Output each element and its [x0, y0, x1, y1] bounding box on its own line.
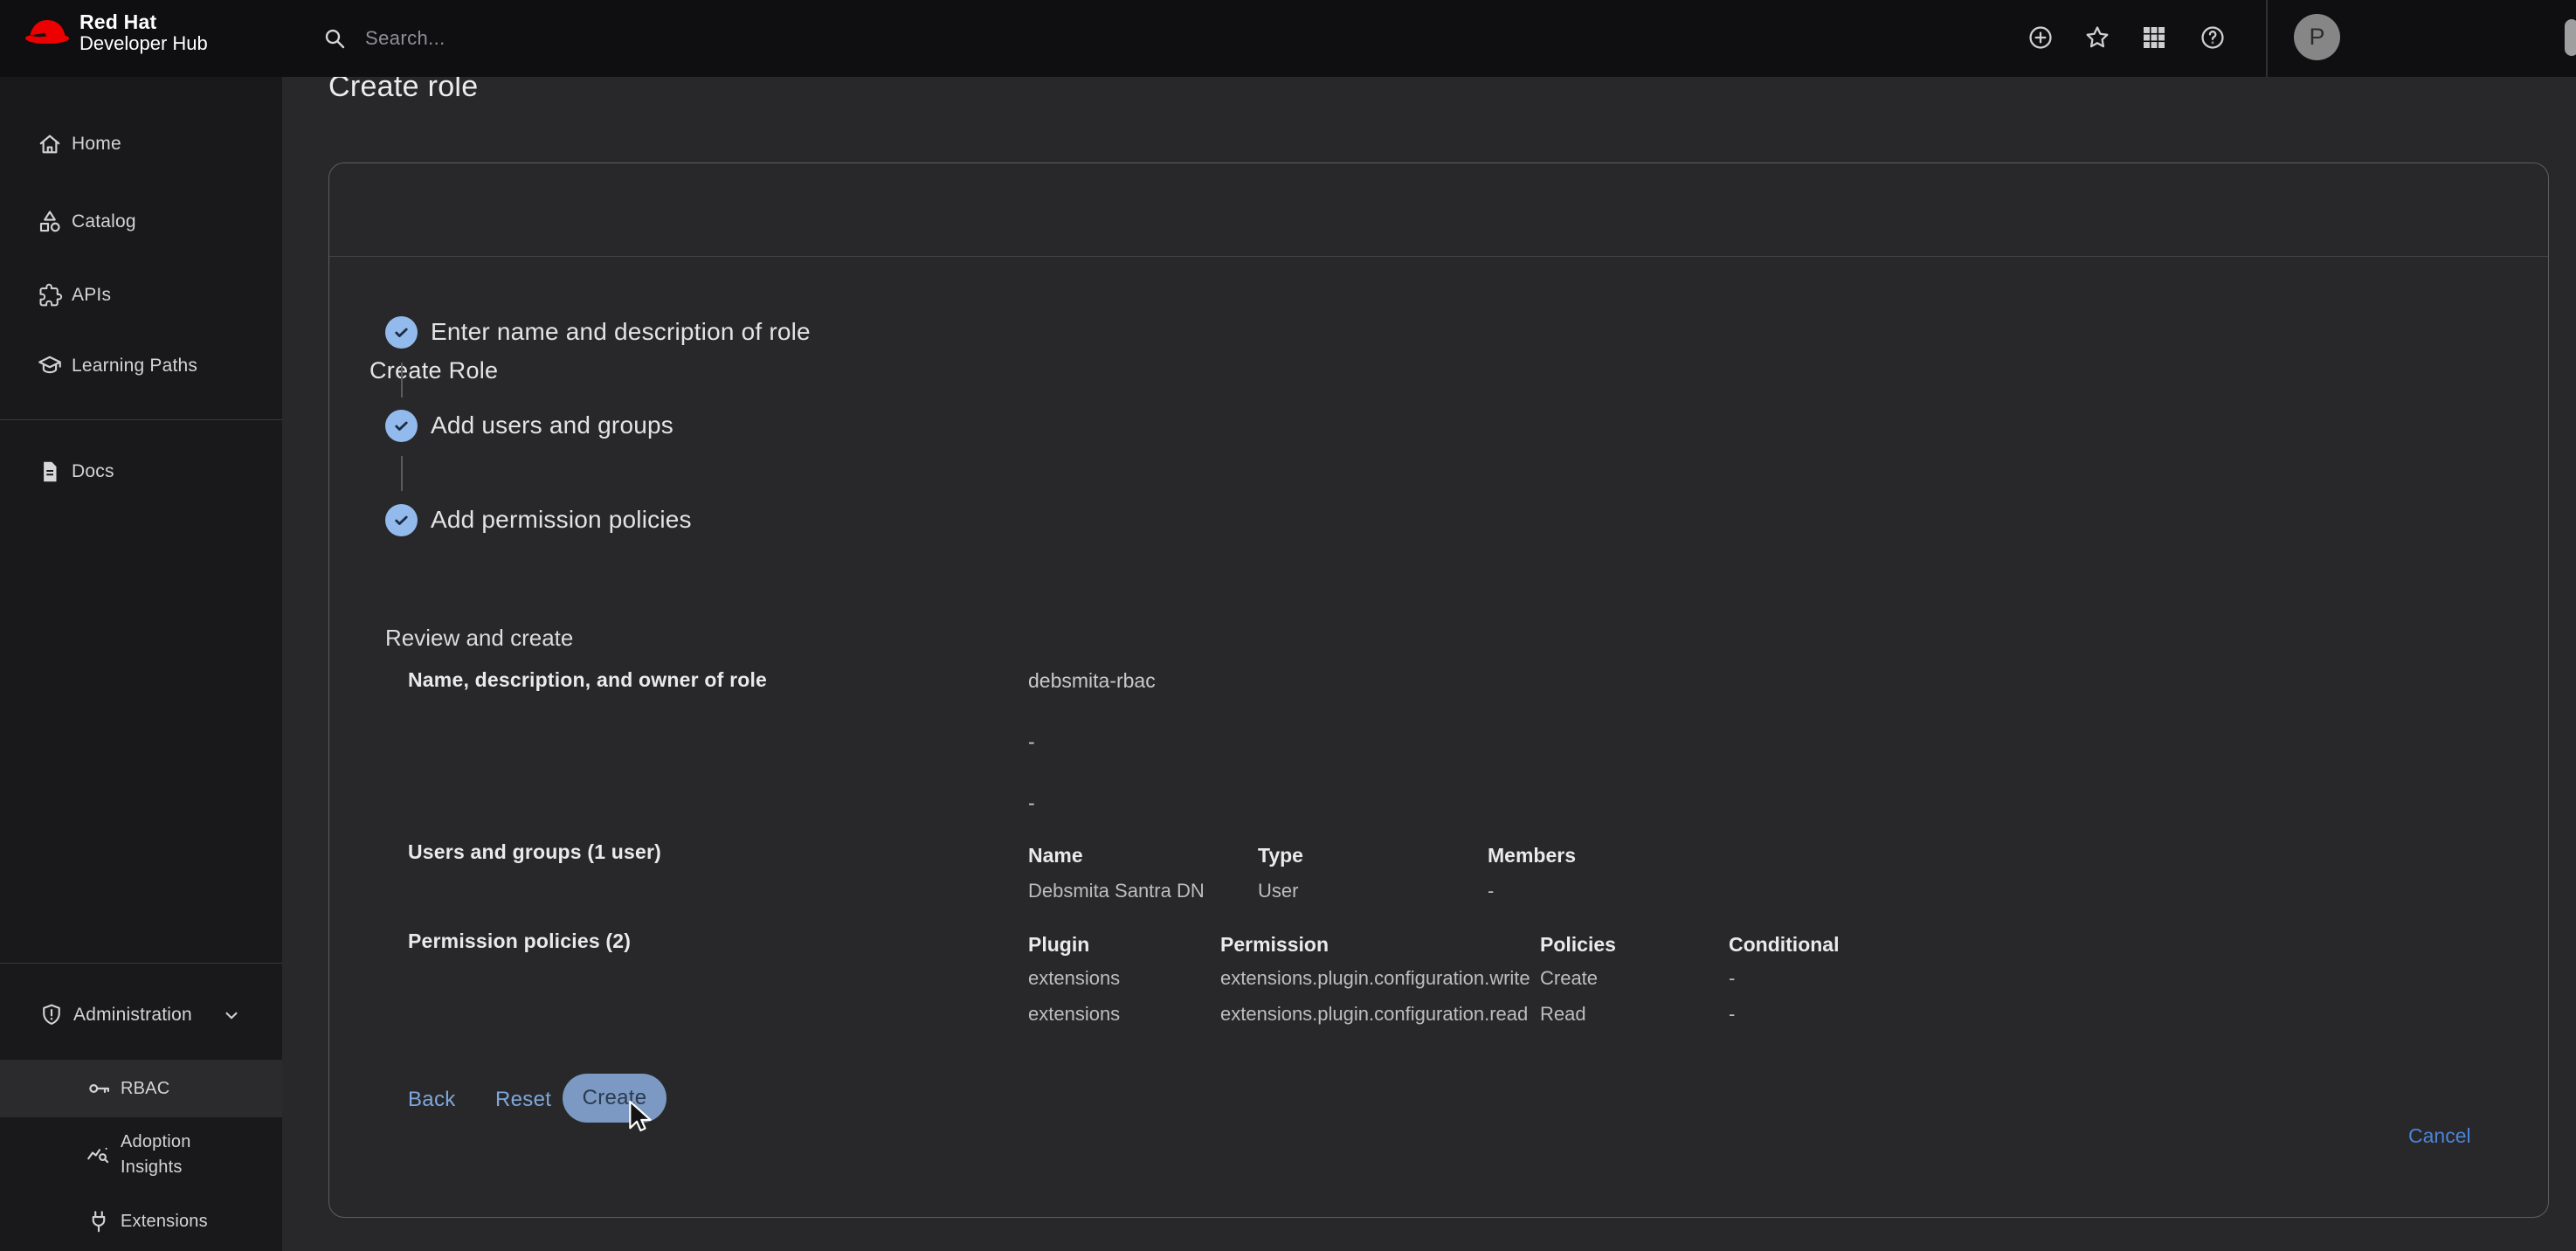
users-col-members: Members [1488, 844, 1576, 867]
perm-row-plugin: extensions [1028, 1003, 1120, 1026]
user-row-type: User [1258, 880, 1298, 902]
perm-row-policies: Create [1540, 967, 1598, 990]
star-icon[interactable] [2083, 24, 2111, 52]
sidebar-item-label: Learning Paths [72, 356, 197, 377]
graduation-cap-icon [37, 353, 63, 379]
sidebar-item-label: Home [72, 134, 121, 155]
sidebar-divider [0, 419, 282, 420]
user-row-members: - [1488, 880, 1494, 902]
document-icon [37, 459, 63, 485]
review-permissions-section-label: Permission policies (2) [408, 930, 631, 953]
step-1-label[interactable]: Enter name and description of role [431, 318, 811, 346]
shield-icon [38, 1002, 65, 1028]
perm-col-policies: Policies [1540, 933, 1616, 957]
perm-row-plugin: extensions [1028, 967, 1120, 990]
sidebar-item-rbac[interactable]: RBAC [0, 1061, 282, 1116]
step-2-check-icon[interactable] [385, 410, 418, 442]
perm-row-policies: Read [1540, 1003, 1586, 1026]
catalog-icon [37, 209, 63, 235]
search-icon [321, 25, 348, 52]
review-heading: Review and create [385, 625, 573, 652]
search-placeholder: Search... [365, 27, 445, 50]
card-header-divider [329, 256, 2548, 257]
role-description-value: - [1028, 730, 1035, 754]
sidebar-item-label: RBAC [121, 1079, 169, 1099]
sidebar-item-administration[interactable]: Administration [0, 987, 282, 1043]
role-owner-value: - [1028, 791, 1035, 815]
key-icon [86, 1075, 112, 1102]
step-2-label[interactable]: Add users and groups [431, 411, 673, 439]
chevron-down-icon[interactable] [220, 1004, 243, 1026]
review-name-section-label: Name, description, and owner of role [408, 668, 767, 692]
sidebar-item-label: Catalog [72, 211, 136, 232]
perm-col-plugin: Plugin [1028, 933, 1089, 957]
create-role-card: Create Role Enter name and description o… [328, 162, 2549, 1218]
redhat-fedora-logo-icon [23, 16, 72, 49]
sidebar: Home Catalog APIs Learning Paths D [0, 77, 282, 1251]
sidebar-item-catalog[interactable]: Catalog [0, 194, 282, 250]
apps-grid-icon[interactable] [2140, 24, 2168, 52]
users-col-type: Type [1258, 844, 1303, 867]
mouse-cursor [626, 1100, 656, 1133]
back-button[interactable]: Back [408, 1088, 456, 1112]
sidebar-item-learning-paths[interactable]: Learning Paths [0, 338, 282, 394]
help-icon[interactable] [2199, 24, 2227, 52]
step-3-label[interactable]: Add permission policies [431, 506, 692, 534]
home-icon [37, 131, 63, 157]
app-root: Create role Create Role Enter name and d… [0, 0, 2576, 1251]
puzzle-icon [37, 282, 63, 308]
plug-icon [86, 1208, 112, 1234]
review-users-section-label: Users and groups (1 user) [408, 840, 661, 864]
step-connector [401, 363, 403, 397]
perm-col-conditional: Conditional [1729, 933, 1839, 957]
global-search[interactable]: Search... [321, 0, 445, 77]
users-col-name: Name [1028, 844, 1083, 867]
step-connector [401, 456, 403, 491]
perm-row-conditional: - [1729, 967, 1735, 990]
edge-clipped-element [2565, 19, 2576, 56]
perm-row-conditional: - [1729, 1003, 1735, 1026]
avatar-initial: P [2309, 24, 2324, 51]
brand-text: Red Hat Developer Hub [79, 11, 208, 54]
sidebar-item-label: Extensions [121, 1212, 208, 1232]
user-row-name: Debsmita Santra DN [1028, 880, 1205, 902]
sidebar-item-label: Docs [72, 461, 114, 482]
sidebar-item-label: AdoptionInsights [121, 1130, 191, 1180]
sidebar-item-label: Administration [73, 1005, 192, 1026]
sidebar-item-apis[interactable]: APIs [0, 267, 282, 323]
topbar-divider [2266, 0, 2268, 77]
sidebar-item-label: APIs [72, 285, 111, 306]
sidebar-item-adoption-insights[interactable]: AdoptionInsights [0, 1127, 282, 1183]
perm-col-permission: Permission [1220, 933, 1329, 957]
add-plus-circle-icon[interactable] [2027, 24, 2055, 52]
card-title: Create Role [369, 357, 498, 384]
perm-row-permission: extensions.plugin.configuration.write [1220, 967, 1530, 990]
step-1-check-icon[interactable] [385, 316, 418, 349]
user-avatar[interactable]: P [2294, 14, 2340, 60]
sidebar-item-home[interactable]: Home [0, 116, 282, 172]
cancel-link[interactable]: Cancel [2408, 1124, 2471, 1148]
brand[interactable]: Red Hat Developer Hub [23, 11, 208, 54]
sidebar-item-docs[interactable]: Docs [0, 444, 282, 500]
sidebar-divider [0, 963, 282, 964]
perm-row-permission: extensions.plugin.configuration.read [1220, 1003, 1528, 1026]
reset-button[interactable]: Reset [495, 1088, 551, 1112]
step-3-check-icon[interactable] [385, 504, 418, 536]
sidebar-item-extensions[interactable]: Extensions [0, 1193, 282, 1249]
role-name-value: debsmita-rbac [1028, 669, 1156, 693]
insights-icon [86, 1142, 112, 1168]
global-header: Red Hat Developer Hub Search... P [0, 0, 2576, 77]
